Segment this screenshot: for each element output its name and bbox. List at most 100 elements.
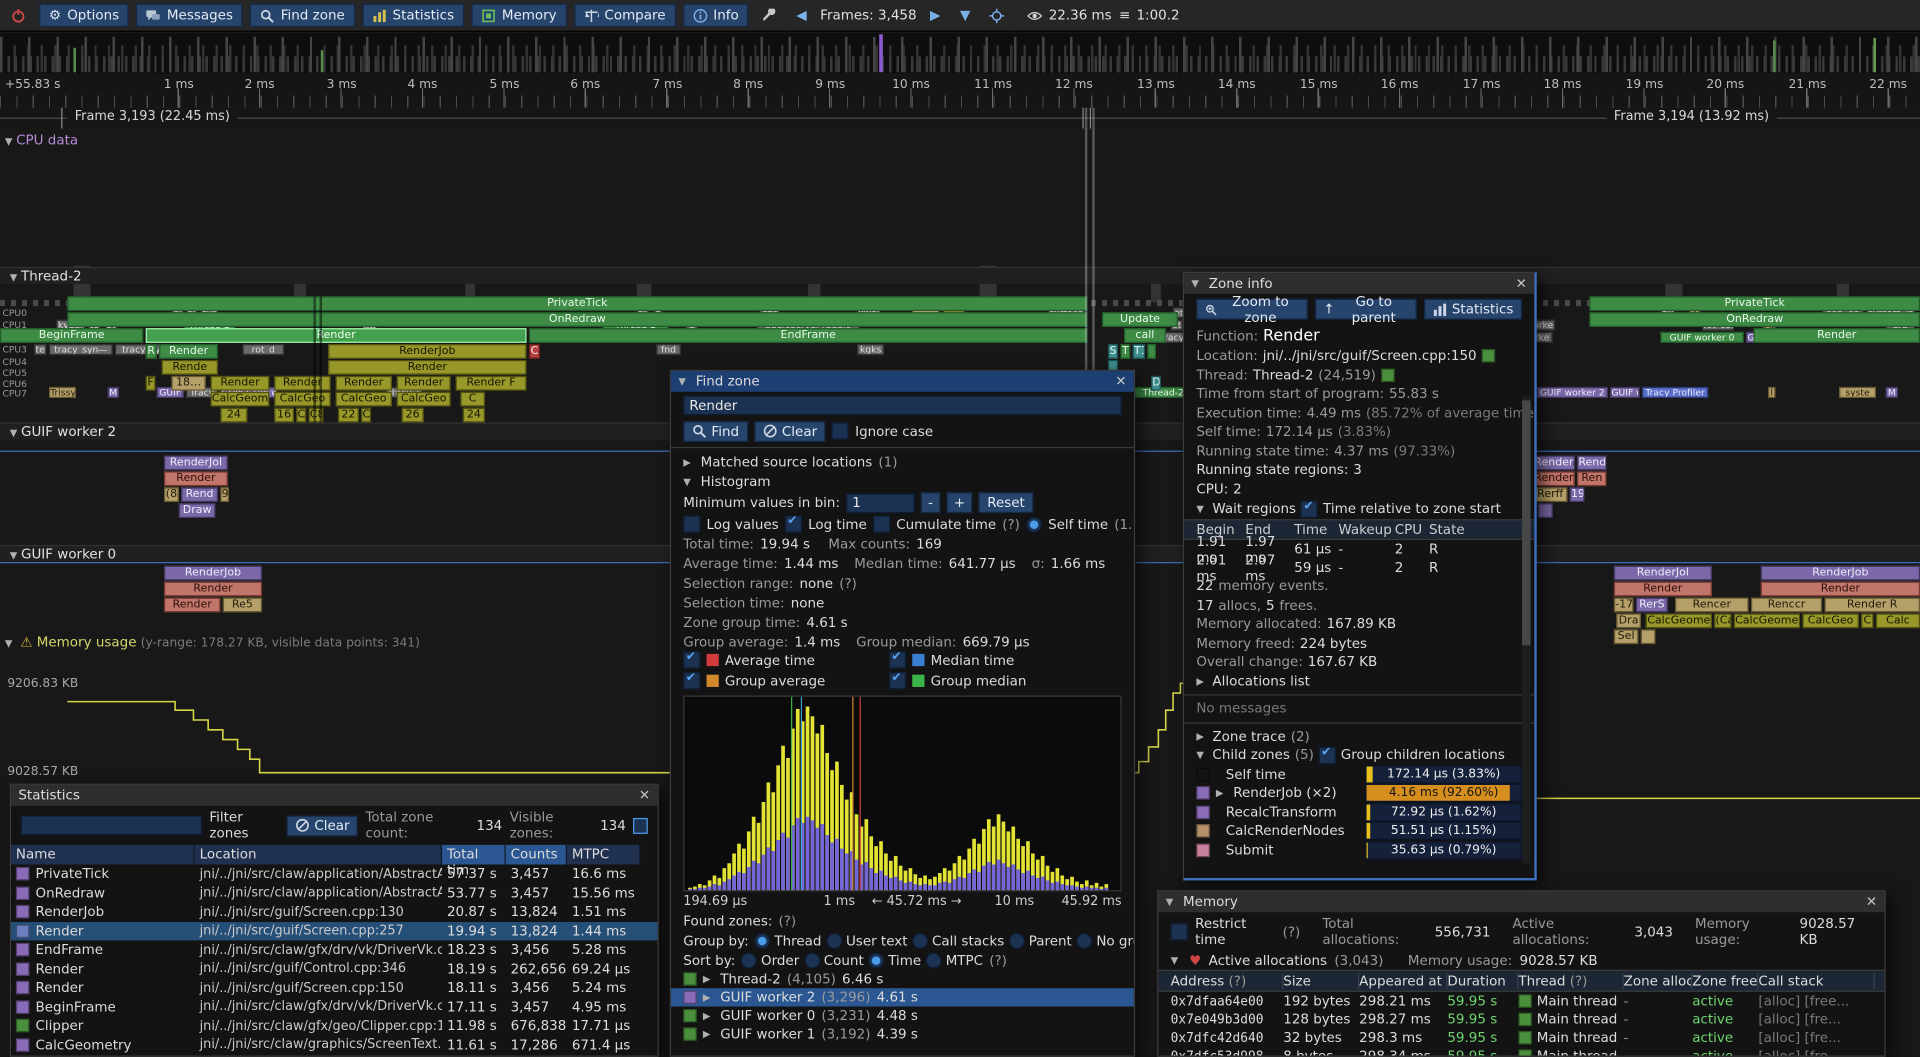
timeline-zone[interactable]: 26 [402, 408, 424, 423]
timeline-zone[interactable]: PrivateTick [67, 296, 1087, 311]
bin-plus-button[interactable]: + [947, 492, 973, 513]
group-by-radio[interactable]: Parent [1009, 932, 1072, 948]
clear-button[interactable]: Clear [754, 421, 826, 442]
timeline-zone[interactable]: Render [211, 376, 270, 391]
child-zone-row[interactable]: RecalcTransform 72.92 μs (1.62%) [1184, 803, 1534, 822]
statistics-row[interactable]: Render jni/../jni/src/guif/Screen.cpp:25… [11, 921, 658, 940]
scrollbar[interactable] [1522, 396, 1531, 864]
timeline-zone[interactable]: Dra [1616, 613, 1640, 628]
timeline-zone[interactable]: OnRedraw [1589, 312, 1920, 327]
ignore-case-checkbox[interactable] [832, 422, 849, 439]
timeline-zone[interactable] [1641, 629, 1656, 644]
group-by-radio[interactable]: Thread [755, 932, 822, 948]
clear-filter-button[interactable]: Clear [286, 815, 358, 836]
cpu-zone[interactable]: Tracy Profiler [1642, 387, 1708, 398]
timeline-zone[interactable]: CalcGeome [211, 392, 270, 407]
timeline-zone[interactable]: -17' [1614, 598, 1634, 613]
statistics-titlebar[interactable]: Statistics ✕ [11, 785, 658, 806]
close-icon[interactable]: ✕ [1516, 276, 1527, 292]
timeline-zone[interactable]: RenderJ [1533, 456, 1575, 471]
wait-region-row[interactable]: 2.01 ms2.07 ms 59 μs- 2R [1184, 558, 1534, 576]
timeline-zone[interactable]: CalcGeo [336, 392, 392, 407]
sort-by-radio[interactable]: Count [804, 952, 864, 968]
group-children-checkbox[interactable] [1319, 747, 1336, 764]
child-zone-row[interactable]: Self time 172.14 μs (3.83%) [1184, 765, 1534, 784]
time-ruler[interactable]: +55.83 s 1 ms2 ms3 ms4 ms5 ms6 ms7 ms8 m… [0, 75, 1920, 109]
close-icon[interactable]: ✕ [1866, 894, 1877, 910]
statistics-row[interactable]: Clipper jni/../jni/src/claw/gfx/geo/Clip… [11, 1016, 658, 1035]
timeline-zone[interactable]: OnRedraw [67, 312, 1087, 327]
find-button[interactable]: Find [683, 421, 747, 442]
timeline-zone[interactable]: Render [146, 328, 527, 343]
zone-location[interactable]: jni/../jni/src/guif/Screen.cpp:150 [1263, 348, 1477, 364]
timeline-zone[interactable]: RenderJob [328, 344, 526, 359]
zone-statistics-button[interactable]: Statistics [1424, 299, 1522, 320]
group-by-radio[interactable]: No groupi [1077, 932, 1135, 948]
zone-search-input[interactable] [683, 396, 1121, 416]
frame-label[interactable]: Frame 3,194 (13.92 ms) [1607, 109, 1777, 124]
histogram-legend-item[interactable]: Group average [683, 672, 889, 689]
cpu-zone[interactable]: tracy_syn— [49, 344, 113, 355]
timeline-zone[interactable]: call [1124, 328, 1166, 343]
legend-checkbox[interactable] [889, 651, 906, 668]
zone-thread[interactable]: Thread-2 [1253, 367, 1314, 383]
find-zone-button[interactable]: Find zone [250, 4, 354, 27]
group-by-radio[interactable]: User text [826, 932, 907, 948]
statistics-row[interactable]: CalcGeometry jni/../jni/src/claw/graphic… [11, 1035, 658, 1054]
cpu-zone[interactable]: l [1768, 387, 1775, 398]
timeline-zone[interactable]: Render [1614, 582, 1712, 597]
timeline-zone[interactable]: RenderJol [164, 456, 228, 471]
cpu-zone[interactable]: M [108, 387, 119, 398]
timeline-zone[interactable]: EndFrame [529, 328, 1087, 343]
close-icon[interactable]: ✕ [639, 787, 650, 803]
frame-label[interactable]: Frame 3,193 (22.45 ms) [67, 109, 237, 124]
timeline-zone[interactable]: 22 [338, 408, 359, 423]
statistics-row[interactable]: OnRedraw jni/../jni/src/claw/application… [11, 883, 658, 902]
wait-regions-header[interactable]: ▼ Wait regions Time relative to zone sta… [1184, 498, 1534, 519]
histogram-section-header[interactable]: ▼ Histogram [671, 471, 1134, 491]
cpu-zone[interactable]: tet [34, 344, 46, 355]
frames-row[interactable]: Frame 3,193 (22.45 ms) Frame 3,194 (13.9… [0, 108, 1920, 129]
timeline-zone[interactable]: C [1861, 613, 1873, 628]
go-to-parent-button[interactable]: ↑ Go to parent [1315, 299, 1417, 320]
next-frame-button[interactable]: ▶ [924, 4, 947, 27]
timeline-zone[interactable]: C [460, 392, 484, 407]
timeline-zone[interactable]: RerS [1636, 598, 1668, 613]
timeline-zone[interactable]: CalcGeo [397, 392, 451, 407]
allocation-row[interactable]: 0x7e049b3d00 128 bytes 298.27 ms 59.95 s… [1158, 1010, 1884, 1028]
timeline-zone[interactable]: 24 [220, 408, 247, 423]
cpu-zone[interactable]: fnd [656, 344, 680, 355]
legend-checkbox[interactable] [683, 651, 700, 668]
timeline-zone[interactable]: F [146, 376, 156, 391]
statistics-row[interactable]: BeginFrame jni/../jni/src/claw/gfx/drv/v… [11, 997, 658, 1016]
timeline-zone[interactable]: RenderJol [1614, 566, 1712, 581]
cpu-zone[interactable]: rot_d [242, 344, 284, 355]
timeline-zone[interactable]: Ren [1577, 471, 1606, 486]
child-zones-header[interactable]: ▼ Child zones(5) Group children location… [1184, 746, 1534, 765]
timeline-zone[interactable]: Render [164, 582, 262, 597]
cpu-data-section-header[interactable]: ▼CPU data [5, 132, 78, 148]
timeline-zone[interactable]: CalcGeomet [1734, 613, 1800, 628]
group-by-radio[interactable]: Call stacks [912, 932, 1004, 948]
memory-button[interactable]: Memory [471, 4, 566, 27]
found-zone-group[interactable]: ▶ GUIF worker 0(3,231)4.48 s [671, 1007, 1134, 1025]
timeline-zone[interactable]: Rend [181, 487, 218, 502]
allocation-row[interactable]: 0x7dfc42d640 32 bytes 298.3 ms 59.95 s M… [1158, 1029, 1884, 1047]
timeline-zone[interactable]: Renccr [1751, 598, 1822, 613]
timeline-zone[interactable]: D [1151, 376, 1161, 391]
cpu-zone[interactable]: GUIF worker 0 [1660, 332, 1743, 343]
statistics-row[interactable]: Render jni/../jni/src/guif/Screen.cpp:15… [11, 978, 658, 997]
timeline-zone[interactable]: (8 [164, 487, 179, 502]
statistics-row[interactable]: RenderJob jni/../jni/src/guif/Screen.cpp… [11, 902, 658, 921]
child-zone-row[interactable]: CalcRenderNodes 51.51 μs (1.15%) [1184, 822, 1534, 841]
memory-table-header[interactable]: Address (?) Size Appeared at Duration Th… [1158, 970, 1884, 992]
timeline-zone[interactable]: Re5 [223, 598, 262, 613]
timeline-zone[interactable]: PrivateTick [1589, 296, 1920, 311]
sort-by-radio[interactable]: Time [869, 952, 922, 968]
timeline-zone[interactable]: Calc [1876, 613, 1920, 628]
focus-frame-button[interactable] [984, 4, 1011, 27]
memory-titlebar[interactable]: ▼ Memory ✕ [1158, 891, 1884, 912]
matched-source-locations[interactable]: ▶ Matched source locations(1) [671, 452, 1134, 472]
sort-by-radio[interactable]: MTPC [926, 952, 983, 968]
legend-checkbox[interactable] [889, 672, 906, 689]
